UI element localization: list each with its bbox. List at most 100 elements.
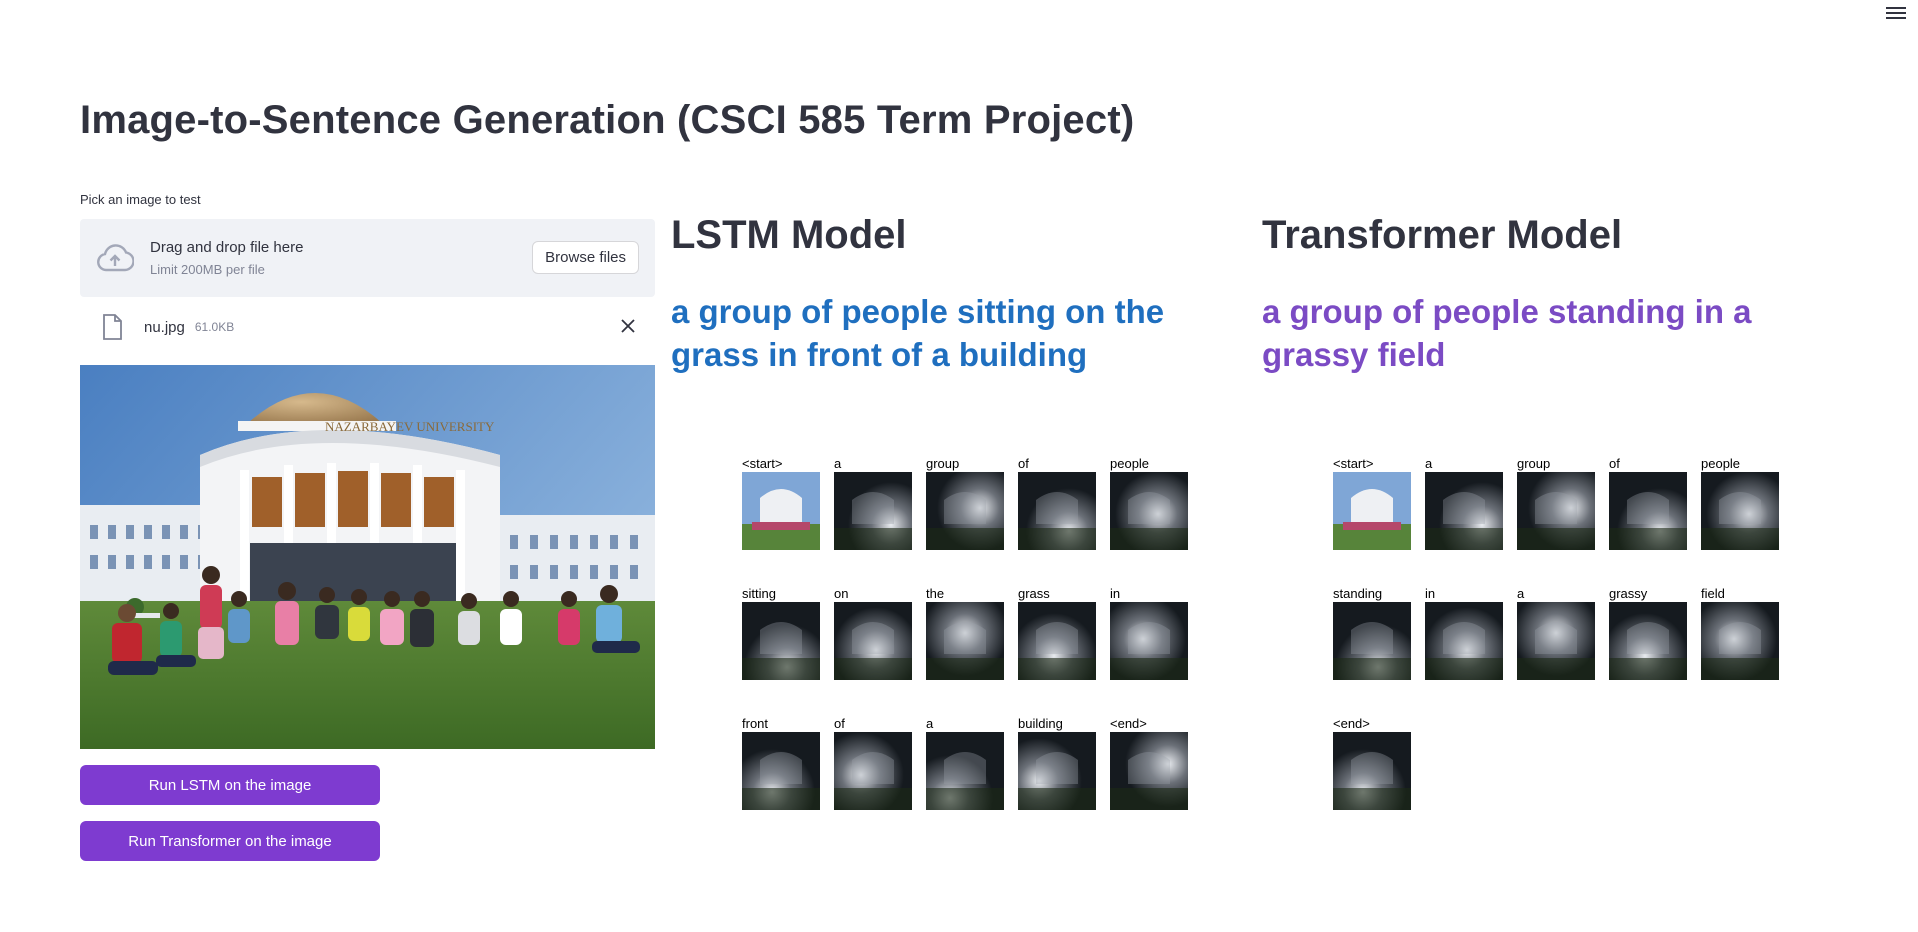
transformer-attention-map — [1333, 602, 1411, 680]
lstm-title: LSTM Model — [671, 213, 907, 257]
transformer-attention-word: in — [1425, 586, 1440, 602]
uploaded-image-preview: NAZARBAYEV UNIVERSITY — [80, 365, 655, 749]
lstm-attention-map — [834, 472, 912, 550]
uploader-label: Pick an image to test — [80, 192, 201, 207]
page-title: Image-to-Sentence Generation (CSCI 585 T… — [80, 98, 1135, 142]
lstm-attention-cell: in — [1110, 586, 1190, 686]
lstm-attention-map — [1110, 602, 1188, 680]
transformer-attention-cell: <end> — [1333, 716, 1413, 816]
transformer-attention-word: <start> — [1333, 456, 1378, 472]
lstm-attention-word: grass — [1018, 586, 1054, 602]
lstm-attention-map — [1018, 732, 1096, 810]
transformer-attention-word: field — [1701, 586, 1729, 602]
building-sign: NAZARBAYEV UNIVERSITY — [325, 419, 495, 434]
lstm-attention-word: a — [834, 456, 846, 472]
transformer-attention-cell: group — [1517, 456, 1597, 556]
file-size: 61.0KB — [194, 320, 235, 334]
lstm-attention-word: in — [1110, 586, 1125, 602]
transformer-attention-map — [1701, 602, 1779, 680]
lstm-attention-word: group — [926, 456, 964, 472]
transformer-attention-cell: in — [1425, 586, 1505, 686]
campus-photo: NAZARBAYEV UNIVERSITY — [80, 365, 655, 749]
lstm-attention-cell: building — [1018, 716, 1098, 816]
transformer-panel: Transformer Model a group of people stan… — [1262, 206, 1837, 376]
lstm-attention-map — [1110, 732, 1188, 810]
lstm-attention-cell: a — [926, 716, 1006, 816]
lstm-attention-map — [926, 732, 1004, 810]
transformer-attention-map — [1609, 472, 1687, 550]
browse-files-button[interactable]: Browse files — [532, 241, 639, 274]
transformer-attention-cell: standing — [1333, 586, 1413, 686]
transformer-attention-word: a — [1425, 456, 1437, 472]
transformer-attention-grid: <start> a group of people standing in a grassy fi… — [1333, 456, 1781, 816]
lstm-attention-map — [742, 472, 820, 550]
transformer-attention-cell: <start> — [1333, 456, 1413, 556]
lstm-attention-grid: <start> a group of people sitting on the grass in… — [742, 456, 1190, 816]
lstm-attention-word: the — [926, 586, 949, 602]
lstm-attention-map — [742, 602, 820, 680]
lstm-caption: a group of people sitting on the grass i… — [671, 293, 1165, 373]
run-transformer-button[interactable]: Run Transformer on the image — [80, 821, 380, 861]
lstm-attention-cell: people — [1110, 456, 1190, 556]
dropzone-limit: Limit 200MB per file — [150, 262, 265, 277]
lstm-attention-map — [926, 472, 1004, 550]
remove-file-icon[interactable] — [619, 317, 637, 335]
transformer-attention-cell: a — [1425, 456, 1505, 556]
cloud-upload-icon — [97, 244, 134, 272]
lstm-attention-word: on — [834, 586, 853, 602]
uploaded-file-item: nu.jpg 61.0KB — [80, 297, 655, 357]
lstm-attention-map — [834, 732, 912, 810]
transformer-attention-word: people — [1701, 456, 1745, 472]
lstm-attention-word: people — [1110, 456, 1154, 472]
transformer-attention-word: standing — [1333, 586, 1387, 602]
transformer-attention-map — [1701, 472, 1779, 550]
lstm-attention-cell: <end> — [1110, 716, 1190, 816]
lstm-attention-cell: a — [834, 456, 914, 556]
transformer-attention-map — [1517, 602, 1595, 680]
lstm-attention-word: a — [926, 716, 938, 732]
lstm-attention-cell: group — [926, 456, 1006, 556]
transformer-attention-word: <end> — [1333, 716, 1374, 732]
transformer-attention-word: group — [1517, 456, 1555, 472]
transformer-attention-map — [1333, 732, 1411, 810]
transformer-attention-cell: a — [1517, 586, 1597, 686]
transformer-attention-cell: field — [1701, 586, 1781, 686]
lstm-attention-map — [834, 602, 912, 680]
run-lstm-button[interactable]: Run LSTM on the image — [80, 765, 380, 805]
lstm-attention-map — [1018, 602, 1096, 680]
transformer-attention-cell: grassy — [1609, 586, 1689, 686]
lstm-panel: LSTM Model a group of people sitting on … — [671, 206, 1246, 376]
transformer-title: Transformer Model — [1262, 213, 1623, 257]
transformer-attention-map — [1609, 602, 1687, 680]
lstm-attention-cell: grass — [1018, 586, 1098, 686]
transformer-attention-map — [1333, 472, 1411, 550]
dropzone-instruction: Drag and drop file here — [150, 239, 304, 256]
lstm-attention-word: of — [834, 716, 849, 732]
lstm-attention-word: sitting — [742, 586, 780, 602]
transformer-caption: a group of people standing in a grassy f… — [1262, 293, 1752, 373]
transformer-attention-cell: of — [1609, 456, 1689, 556]
file-icon — [103, 314, 122, 340]
transformer-attention-word: a — [1517, 586, 1529, 602]
lstm-attention-cell: front — [742, 716, 822, 816]
lstm-attention-map — [926, 602, 1004, 680]
hamburger-menu-icon[interactable] — [1886, 4, 1906, 20]
file-dropzone[interactable]: Drag and drop file here Limit 200MB per … — [80, 219, 655, 297]
lstm-attention-cell: the — [926, 586, 1006, 686]
transformer-attention-word: of — [1609, 456, 1624, 472]
lstm-attention-word: of — [1018, 456, 1033, 472]
transformer-attention-map — [1517, 472, 1595, 550]
lstm-attention-cell: <start> — [742, 456, 822, 556]
lstm-attention-map — [1110, 472, 1188, 550]
lstm-attention-word: <start> — [742, 456, 787, 472]
lstm-attention-cell: on — [834, 586, 914, 686]
file-name: nu.jpg — [144, 318, 185, 336]
lstm-attention-word: front — [742, 716, 773, 732]
transformer-attention-word: grassy — [1609, 586, 1652, 602]
lstm-attention-map — [742, 732, 820, 810]
lstm-attention-word: building — [1018, 716, 1067, 732]
lstm-attention-map — [1018, 472, 1096, 550]
transformer-attention-map — [1425, 472, 1503, 550]
lstm-attention-cell: of — [1018, 456, 1098, 556]
lstm-attention-cell: sitting — [742, 586, 822, 686]
